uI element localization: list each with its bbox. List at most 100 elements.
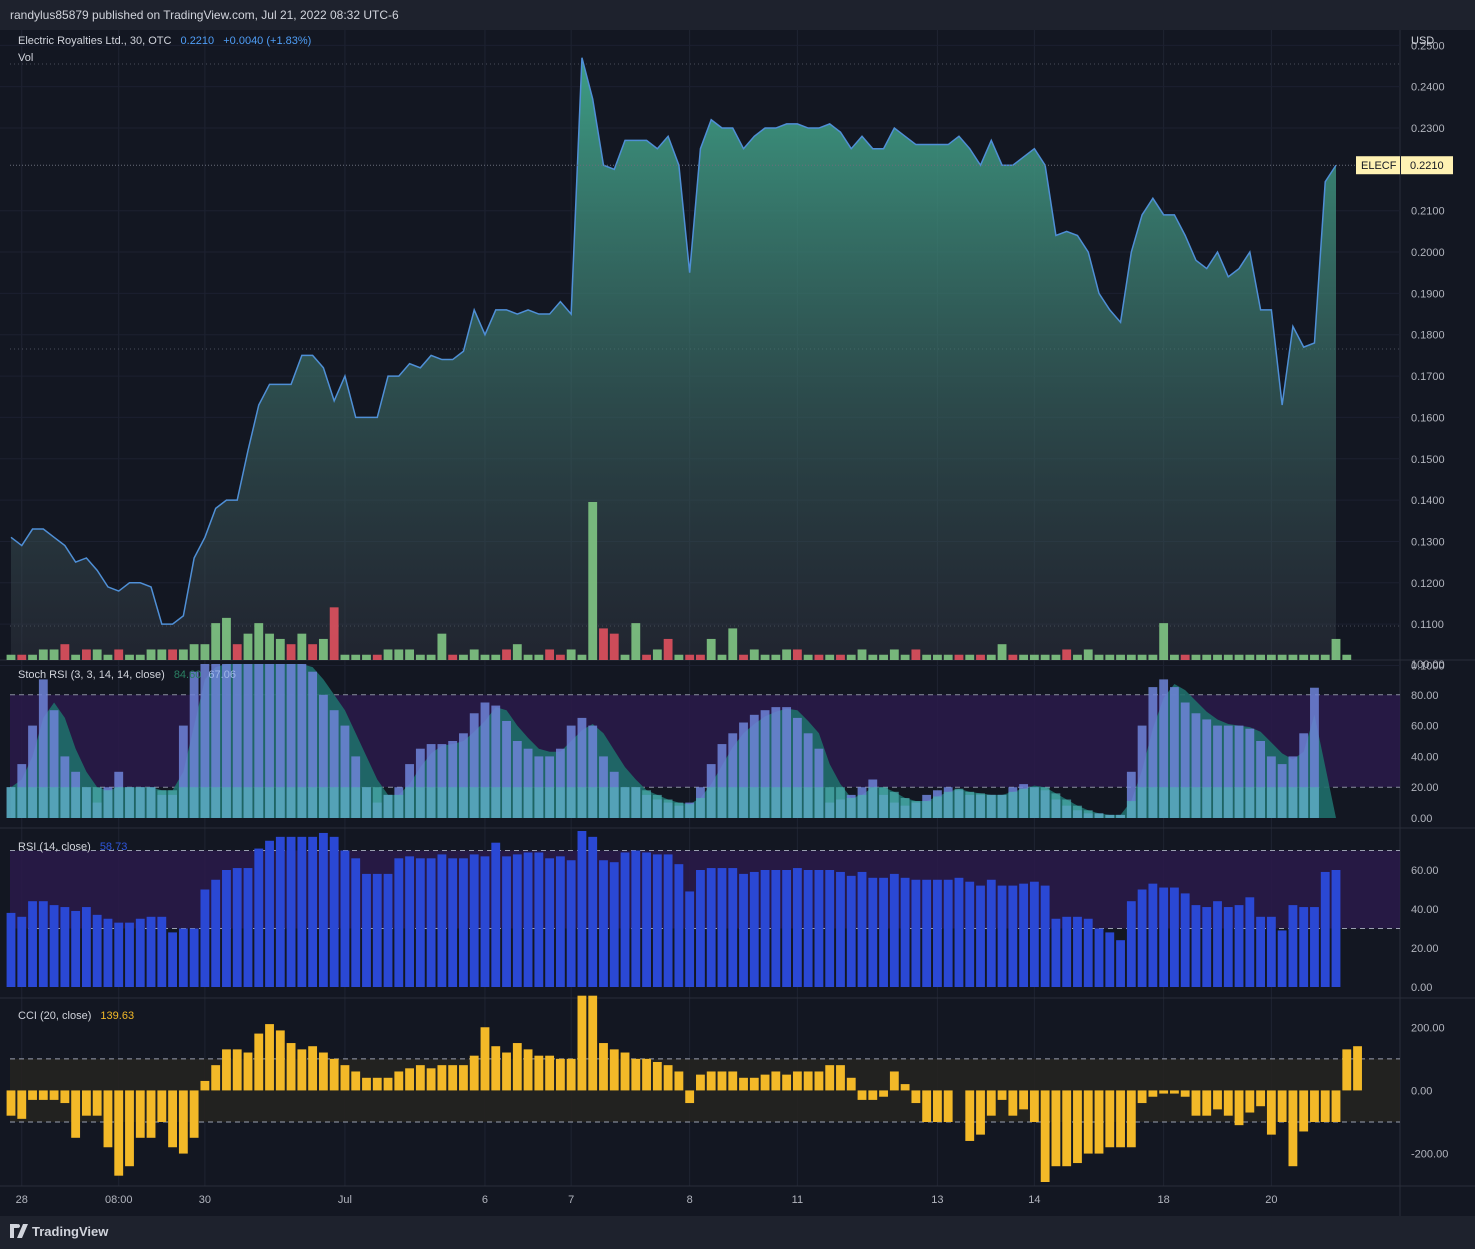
stoch-d-bar [28, 787, 37, 818]
cci-bar [1277, 1090, 1287, 1122]
rsi-bar [200, 889, 210, 987]
price-tick-label: 0.2300 [1411, 123, 1445, 135]
cci-bar [771, 1071, 781, 1091]
cci-bar [1019, 1090, 1029, 1110]
rsi-bar [28, 901, 37, 987]
rsi-bar [211, 879, 221, 987]
rsi-bar [1191, 905, 1201, 987]
stoch-d-bar [329, 787, 339, 818]
volume-bar [900, 654, 910, 660]
cci-legend: CCI (20, close) 139.63 [18, 1010, 134, 1022]
volume-bar [857, 649, 867, 660]
rsi-bar [879, 877, 888, 987]
cci-bar [663, 1065, 673, 1091]
rsi-bar [749, 871, 759, 987]
cci-bar [178, 1090, 188, 1154]
rsi-bar [965, 881, 975, 987]
volume-bar [523, 654, 533, 660]
cci-tick-label: 0.00 [1411, 1085, 1432, 1097]
rsi-bar [889, 873, 899, 987]
stoch-d-bar [1299, 787, 1309, 818]
volume-bar [383, 649, 393, 660]
volume-bar [469, 649, 479, 660]
rsi-bar [60, 907, 70, 987]
rsi-bar [92, 914, 102, 987]
volume-bar [760, 654, 770, 660]
volume-bar [782, 649, 792, 660]
rsi-bar [243, 868, 253, 987]
cci-bar [103, 1090, 113, 1148]
rsi-bar [631, 850, 641, 987]
rsi-bar [728, 868, 738, 987]
rsi-bar [1234, 905, 1244, 987]
volume-bar [976, 654, 985, 660]
stoch-d-bar [1288, 787, 1298, 818]
stoch-d-bar [1008, 791, 1018, 818]
rsi-bar [329, 836, 339, 987]
cci-bar [1288, 1090, 1298, 1167]
cci-bar [760, 1074, 770, 1091]
stoch-d-bar [114, 787, 124, 818]
volume-bar [178, 649, 188, 660]
stoch-d-bar [60, 787, 70, 818]
stoch-d-bar [879, 787, 888, 818]
cci-bar [1169, 1090, 1179, 1094]
cci-bar [1094, 1090, 1104, 1154]
rsi-bar [1040, 885, 1050, 987]
rsi-bar [459, 858, 468, 987]
rsi-bar [103, 918, 113, 987]
price-tag: 0.2210 [1410, 160, 1444, 172]
volume-bar [38, 649, 48, 660]
stoch-d-bar [1266, 787, 1276, 818]
volume-bar [1191, 654, 1201, 660]
stoch-d-bar [706, 787, 716, 818]
stoch-d-bar [222, 787, 231, 818]
stoch-d-bar [351, 787, 361, 818]
volume-bar [146, 649, 156, 660]
stoch-d-bar [81, 787, 91, 818]
rsi-bar [189, 928, 199, 987]
cci-bar [1148, 1090, 1158, 1097]
stoch-d-bar [1116, 814, 1125, 818]
volume-bar [297, 633, 307, 660]
stoch-d-bar [232, 787, 242, 818]
volume-bar [512, 644, 522, 660]
cci-bar [502, 1052, 511, 1091]
cci-bar [146, 1090, 156, 1138]
cci-bar [405, 1068, 414, 1091]
rsi-bar [545, 858, 555, 987]
volume-bar [415, 654, 425, 660]
publish-info: randylus85879 published on TradingView.c… [10, 8, 399, 22]
volume-bar [739, 654, 748, 660]
cci-bar [351, 1071, 361, 1091]
volume-bar [426, 654, 436, 660]
stoch-d-bar [652, 794, 662, 818]
stoch-d-bar [211, 787, 221, 818]
cci-bar [459, 1065, 468, 1091]
stoch-d-bar [889, 791, 899, 818]
volume-bar [836, 654, 845, 660]
stoch-d-bar [1245, 787, 1255, 818]
cci-bar [642, 1058, 651, 1091]
cci-bar [1029, 1090, 1039, 1122]
chart-canvas[interactable]: 0.25000.24000.23000.21000.20000.19000.18… [0, 30, 1475, 1216]
rsi-legend: RSI (14, close) 58.73 [18, 841, 127, 853]
volume-bar [1083, 649, 1093, 660]
cci-bar [71, 1090, 81, 1138]
rsi-bar [71, 910, 81, 987]
stoch-d-bar [642, 790, 651, 818]
stoch-d-bar [362, 787, 371, 818]
volume-bar [588, 502, 598, 660]
rsi-bar [523, 852, 533, 987]
rsi-bar [652, 854, 662, 987]
volume-bar [480, 654, 490, 660]
volume-bar [1062, 649, 1072, 660]
stoch-d-bar [922, 801, 932, 818]
cci-bar [911, 1090, 921, 1104]
volume-bar [265, 633, 274, 660]
time-tick-label: 18 [1158, 1194, 1170, 1206]
tradingview-brand[interactable]: TradingView [32, 1224, 108, 1239]
volume-bar [749, 649, 759, 660]
cci-tick-label: 200.00 [1411, 1022, 1445, 1034]
rsi-bar [588, 836, 598, 987]
